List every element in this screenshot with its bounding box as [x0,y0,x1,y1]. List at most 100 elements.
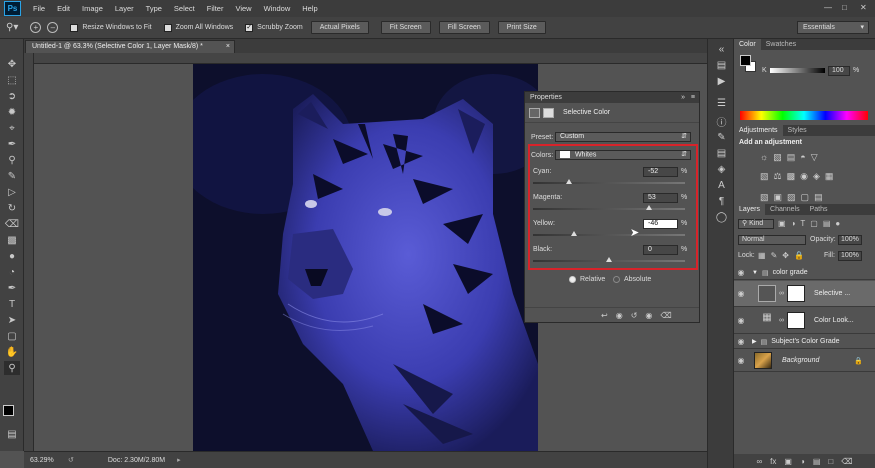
vibrance-icon[interactable]: ▽ [811,152,818,163]
k-value[interactable]: 100 [828,66,850,76]
zoom-level[interactable]: 63.29% [30,457,66,464]
layer-mask-thumbnail[interactable] [787,285,805,302]
fill-value[interactable]: 100% [838,251,862,261]
path-selection-tool-icon[interactable]: ➤ [4,313,20,327]
export-icon[interactable]: ↺ [68,456,74,464]
menu-window[interactable]: Window [258,4,297,13]
foreground-color-swatch[interactable] [3,405,14,416]
layer-mask-icon[interactable] [543,107,554,118]
eye-icon[interactable]: ◉ [734,268,748,277]
paragraph-icon[interactable]: ¶ [715,195,728,207]
menu-filter[interactable]: Filter [201,4,230,13]
menu-select[interactable]: Select [168,4,201,13]
exposure-icon[interactable]: ◓ [800,152,805,163]
gradient-tool-icon[interactable]: ▩ [4,233,20,247]
view-previous-icon[interactable]: ◉ [616,311,623,320]
link-layers-icon[interactable]: ∞ [756,457,762,466]
scrubby-zoom-checkbox[interactable]: ✓ Scrubby Zoom [245,23,303,32]
layer-background[interactable]: ◉ Background 🔒 [734,350,875,372]
reset-icon[interactable]: ↺ [631,311,638,320]
expand-arrow-icon[interactable]: ▼ [752,270,758,276]
menu-file[interactable]: File [27,4,51,13]
lock-pixels-icon[interactable]: ✎ [771,251,778,260]
photo-filter-icon[interactable]: ◉ [800,171,808,182]
close-tab-icon[interactable]: × [226,41,230,53]
gradient-map-icon[interactable]: ▤ [814,192,823,203]
menu-help[interactable]: Help [296,4,323,13]
info-icon[interactable]: ⓘ [715,115,728,129]
brush-icon[interactable]: ▤ [715,147,728,159]
panel-menu-icon[interactable]: ≡ [691,92,695,103]
tab-paths[interactable]: Paths [805,204,833,215]
shape-filter-icon[interactable]: ▢ [810,219,818,228]
history-brush-tool-icon[interactable]: ↻ [4,201,20,215]
brush-tool-icon[interactable]: ✎ [4,169,20,183]
menu-type[interactable]: Type [140,4,168,13]
layer-group-color-grade[interactable]: ◉ ▼ ▤ color grade [734,266,875,280]
hand-tool-icon[interactable]: ✋ [4,345,20,359]
color-lookup-icon[interactable]: ▦ [825,171,834,182]
tab-adjustments[interactable]: Adjustments [734,125,783,136]
k-channel-slider[interactable] [770,68,825,73]
opacity-value[interactable]: 100% [838,235,862,245]
zoom-tool-icon[interactable]: ⚲▾ [6,22,18,33]
eye-icon[interactable]: ◉ [734,356,748,365]
blend-mode-select[interactable]: Normal [738,235,806,245]
print-size-button[interactable]: Print Size [497,21,546,34]
character-icon[interactable]: A [715,179,728,191]
eyedropper-tool-icon[interactable]: ✒ [4,137,20,151]
add-mask-icon[interactable]: ▣ [784,457,792,466]
menu-edit[interactable]: Edit [51,4,76,13]
move-tool-icon[interactable]: ✥ [4,57,20,71]
actual-pixels-button[interactable]: Actual Pixels [310,21,369,34]
relative-radio[interactable]: Relative [569,276,605,283]
selective-color-icon[interactable]: ▢ [801,192,810,203]
link-icon[interactable]: ∞ [779,290,784,297]
clone-stamp-tool-icon[interactable]: ▷ [4,185,20,199]
collapse-dock-icon[interactable]: « [715,43,728,55]
zoom-out-icon[interactable]: – [47,22,59,33]
tab-color[interactable]: Color [734,39,761,50]
fx-icon[interactable]: fx [770,457,776,466]
new-group-icon[interactable]: ▤ [813,457,821,466]
quick-select-tool-icon[interactable]: ✹ [4,105,20,119]
eye-icon[interactable]: ◉ [734,316,748,325]
zoom-tool-icon[interactable]: ⚲ [4,361,20,375]
quick-mask-icon[interactable]: ▤ [4,427,20,441]
tab-swatches[interactable]: Swatches [761,39,801,50]
menu-layer[interactable]: Layer [109,4,140,13]
collapse-arrow-icon[interactable]: ▶ [752,338,757,345]
resize-windows-checkbox[interactable]: Resize Windows to Fit [70,23,152,32]
foreground-swatch[interactable] [740,55,751,66]
menu-view[interactable]: View [229,4,257,13]
maximize-icon[interactable]: □ [842,3,847,12]
layer-color-lookup[interactable]: ◉ ▦ ∞ Color Look... [734,308,875,334]
clone-source-icon[interactable]: ◈ [715,163,728,175]
actions-icon[interactable]: ▶ [715,75,728,87]
new-adjustment-icon[interactable]: ◑ [800,457,805,466]
brush-presets-icon[interactable]: ✎ [715,131,728,143]
layer-group-subjects-color-grade[interactable]: ◉ ▶ ▤ Subject's Color Grade [734,335,875,349]
workspace-select[interactable]: Essentials ▾ [797,21,869,34]
pen-tool-icon[interactable]: ✒ [4,281,20,295]
fit-screen-button[interactable]: Fit Screen [380,21,431,34]
delete-layer-icon[interactable]: ⌫ [841,457,852,466]
invert-icon[interactable]: ▧ [760,192,769,203]
layer-selective-color[interactable]: ◉ ∞ Selective ... [734,281,875,307]
filter-toggle-icon[interactable]: ● [835,219,840,228]
pixel-filter-icon[interactable]: ▣ [778,219,786,228]
tab-channels[interactable]: Channels [765,204,805,215]
document-tab[interactable]: Untitled-1 @ 63.3% (Selective Color 1, L… [25,40,235,53]
visibility-icon[interactable]: ◉ [645,311,652,320]
layer-mask-thumbnail[interactable] [787,312,805,329]
doc-info[interactable]: Doc: 2.30M/2.80M [108,457,165,464]
threshold-icon[interactable]: ▨ [787,192,796,203]
hue-saturation-icon[interactable]: ▧ [760,171,769,182]
delete-icon[interactable]: ⌫ [660,311,671,320]
zoom-all-windows-checkbox[interactable]: Zoom All Windows [163,23,233,32]
curves-icon[interactable]: ▤ [787,152,796,163]
tab-styles[interactable]: Styles [783,125,812,136]
black-white-icon[interactable]: ▩ [787,171,796,182]
eraser-tool-icon[interactable]: ⌫ [4,217,20,231]
properties-icon[interactable]: ☰ [715,97,728,109]
